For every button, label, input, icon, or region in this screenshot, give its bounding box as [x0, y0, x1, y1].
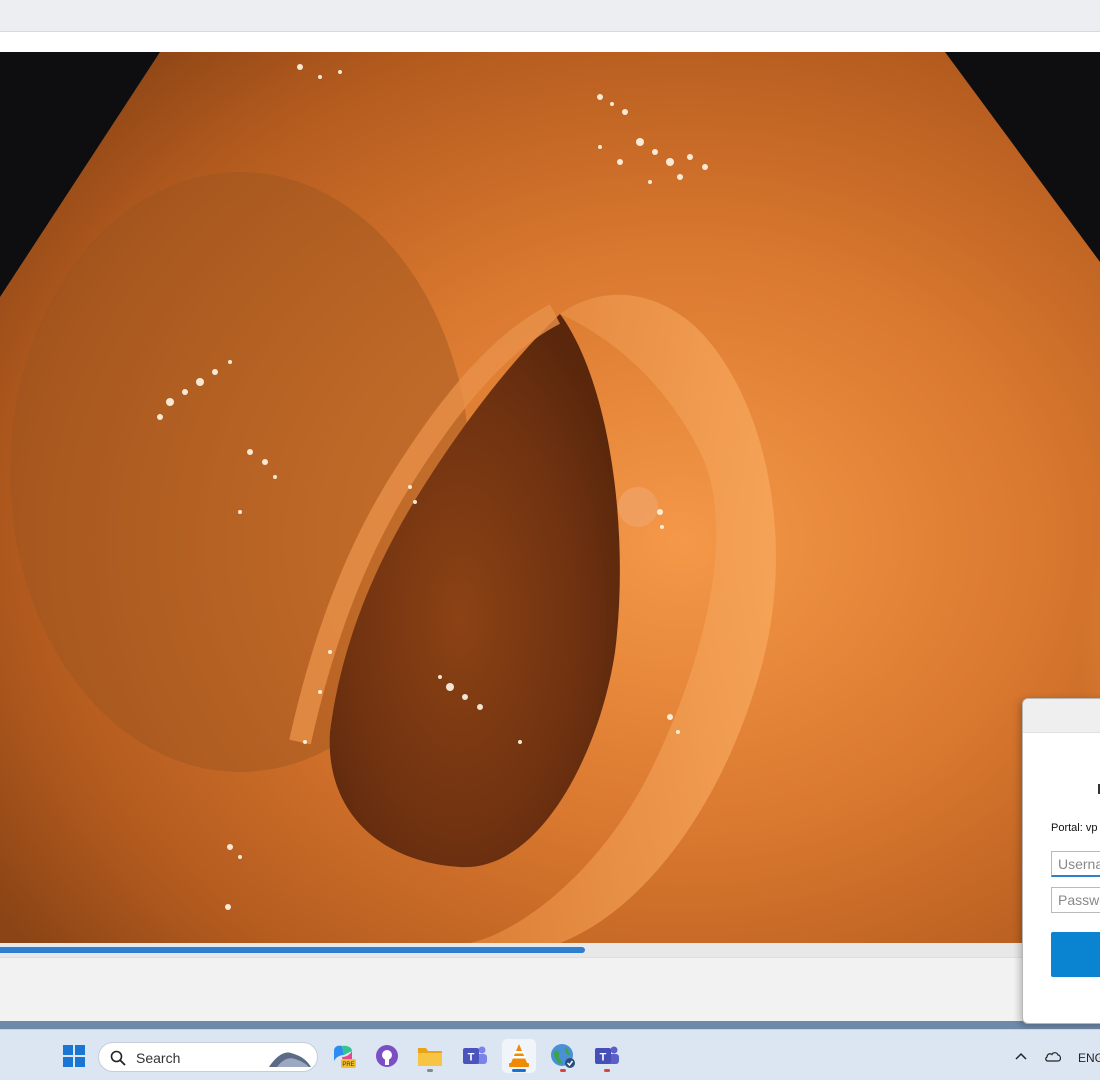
svg-text:PRE: PRE — [342, 1062, 354, 1068]
vlc-icon — [509, 1044, 529, 1067]
copilot-pre-icon: PRE — [334, 1045, 356, 1068]
username-field[interactable] — [1051, 851, 1100, 877]
browser-globe-icon — [551, 1044, 575, 1068]
teams-icon: T — [595, 1046, 619, 1064]
taskbar: Search PRE T T ENG — [0, 1029, 1100, 1080]
login-dialog-titlebar — [1023, 699, 1100, 733]
active-indicator — [512, 1069, 526, 1072]
taskbar-copilot[interactable]: PRE — [326, 1039, 360, 1073]
connect-button[interactable] — [1051, 932, 1100, 977]
github-icon — [376, 1045, 398, 1067]
file-explorer-icon — [418, 1048, 442, 1066]
endoscopy-frame — [0, 52, 1100, 943]
taskbar-browser[interactable] — [546, 1039, 580, 1073]
running-indicator — [560, 1069, 566, 1072]
tray-overflow-button[interactable] — [1004, 1039, 1038, 1073]
password-field[interactable] — [1051, 887, 1100, 913]
search-highlight-icon — [269, 1052, 311, 1067]
language-indicator[interactable]: ENG — [1078, 1051, 1100, 1065]
login-dialog: Portal: vp — [1022, 698, 1100, 1024]
seek-bar[interactable] — [0, 943, 1100, 957]
taskbar-file-explorer[interactable] — [413, 1039, 447, 1073]
teams-classic-icon: T — [463, 1046, 487, 1064]
tray-onedrive[interactable] — [1036, 1039, 1070, 1073]
windows-start-icon — [63, 1045, 85, 1067]
chevron-up-icon — [1015, 1052, 1027, 1060]
start-button[interactable] — [57, 1039, 91, 1073]
video-viewport[interactable] — [0, 52, 1100, 943]
taskbar-teams[interactable]: T — [590, 1039, 624, 1073]
seek-bar-progress — [0, 947, 586, 953]
taskbar-vlc[interactable] — [502, 1039, 536, 1073]
desktop-strip — [0, 1021, 1100, 1029]
running-indicator — [604, 1069, 610, 1072]
svg-text:T: T — [600, 1052, 607, 1064]
taskbar-search[interactable]: Search — [98, 1042, 318, 1072]
taskbar-teams-classic[interactable]: T — [458, 1039, 492, 1073]
cloud-icon — [1045, 1052, 1062, 1062]
portal-label: Portal: vp — [1051, 822, 1098, 834]
running-indicator — [427, 1069, 433, 1072]
app-title-bar — [0, 0, 1100, 32]
search-placeholder: Search — [136, 1050, 181, 1066]
app-toolbar — [0, 32, 1100, 52]
taskbar-github[interactable] — [370, 1039, 404, 1073]
svg-text:T: T — [468, 1052, 475, 1064]
search-icon — [110, 1050, 126, 1066]
player-controls — [0, 957, 1100, 1023]
